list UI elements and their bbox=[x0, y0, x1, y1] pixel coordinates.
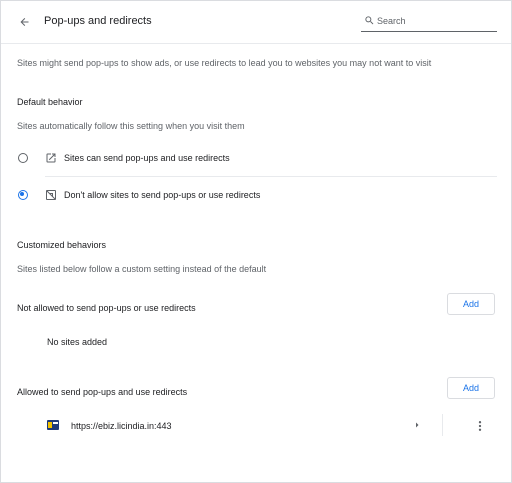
customized-behaviors-description: Sites listed below follow a custom setti… bbox=[17, 264, 267, 274]
site-favicon bbox=[47, 420, 59, 430]
row-separator bbox=[442, 414, 443, 436]
radio-label-block: Don't allow sites to send pop-ups or use… bbox=[64, 190, 261, 200]
more-vert-icon[interactable] bbox=[473, 419, 487, 433]
radio-option-allow[interactable]: Sites can send pop-ups and use redirects bbox=[1, 140, 511, 176]
search-box[interactable] bbox=[361, 11, 497, 32]
open-in-new-icon bbox=[46, 153, 56, 163]
intro-text: Sites might send pop-ups to show ads, or… bbox=[17, 58, 432, 68]
popup-blocked-icon bbox=[46, 190, 56, 200]
default-behavior-heading: Default behavior bbox=[17, 97, 83, 107]
back-button[interactable] bbox=[13, 12, 35, 32]
search-input[interactable] bbox=[377, 13, 493, 29]
radio-button-block[interactable] bbox=[18, 190, 28, 200]
add-not-allowed-button[interactable]: Add bbox=[447, 293, 495, 315]
customized-behaviors-heading: Customized behaviors bbox=[17, 240, 107, 250]
settings-page: Pop-ups and redirects Sites might send p… bbox=[0, 0, 512, 483]
no-sites-text: No sites added bbox=[47, 337, 108, 347]
site-url: https://ebiz.licindia.in:443 bbox=[71, 421, 172, 431]
radio-button-allow[interactable] bbox=[18, 153, 28, 163]
page-title: Pop-ups and redirects bbox=[44, 15, 152, 27]
search-icon bbox=[365, 16, 374, 25]
radio-option-block[interactable]: Don't allow sites to send pop-ups or use… bbox=[1, 177, 511, 213]
radio-label-allow: Sites can send pop-ups and use redirects bbox=[64, 153, 230, 163]
allowed-label: Allowed to send pop-ups and use redirect… bbox=[17, 387, 188, 397]
arrow-back-icon bbox=[20, 18, 28, 26]
header-divider bbox=[1, 43, 511, 44]
add-allowed-button[interactable]: Add bbox=[447, 377, 495, 399]
default-behavior-description: Sites automatically follow this setting … bbox=[17, 121, 245, 131]
arrow-right-icon[interactable] bbox=[411, 419, 423, 431]
not-allowed-label: Not allowed to send pop-ups or use redir… bbox=[17, 303, 196, 313]
page-header: Pop-ups and redirects bbox=[1, 1, 511, 43]
